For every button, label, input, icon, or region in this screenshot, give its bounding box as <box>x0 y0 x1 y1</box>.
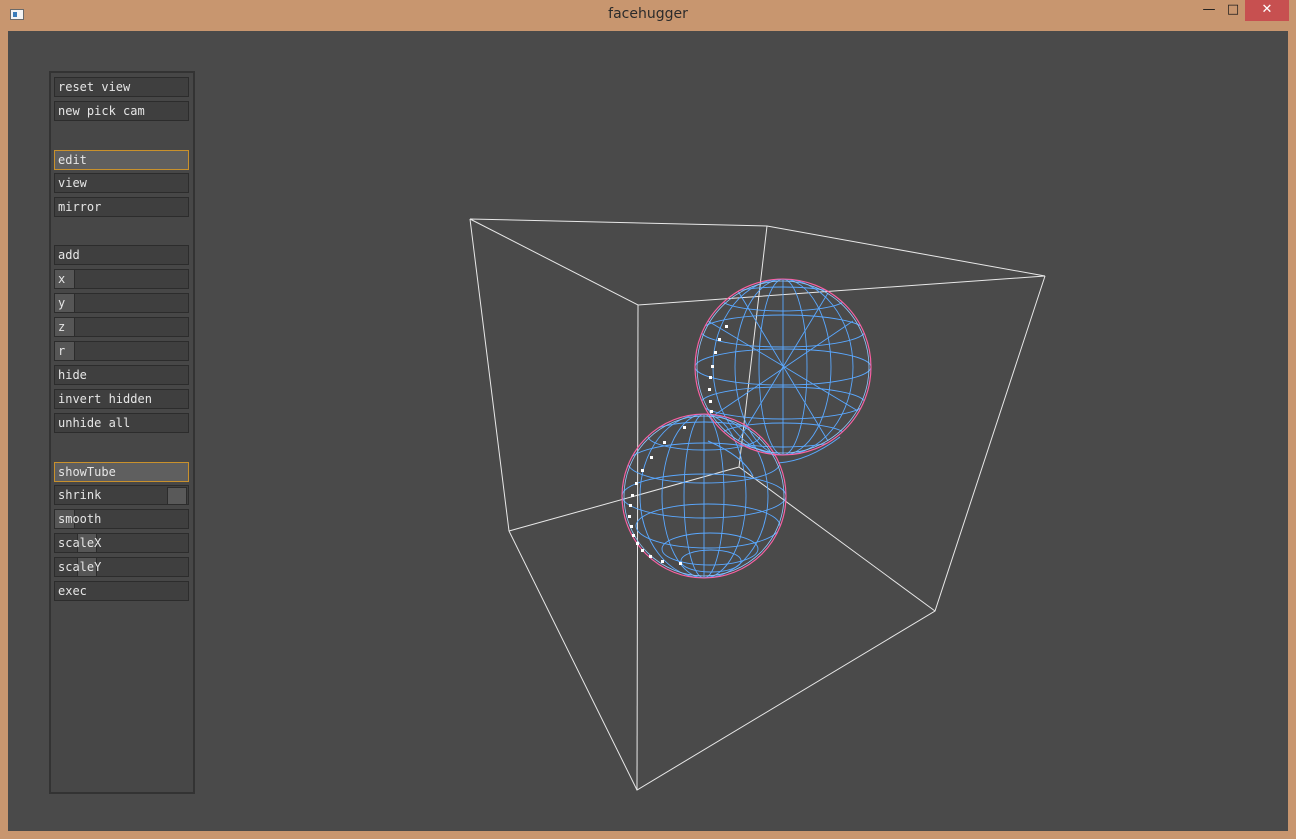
scene-canvas[interactable] <box>8 31 1288 831</box>
r-slider[interactable]: r <box>54 341 189 361</box>
sphere-mesh-top <box>695 279 871 455</box>
add-label: add <box>58 248 80 262</box>
scale-x-label: scaleX <box>58 536 102 550</box>
add-button[interactable]: add <box>54 245 189 265</box>
hide-button[interactable]: hide <box>54 365 189 385</box>
unhide-all-label: unhide all <box>58 416 131 430</box>
y-slider[interactable]: y <box>54 293 189 313</box>
y-label: y <box>58 296 66 310</box>
minimize-button[interactable]: — <box>1197 0 1221 21</box>
smooth-label: smooth <box>58 512 102 526</box>
new-pick-cam-button[interactable]: new pick cam <box>54 101 189 121</box>
mirror-label: mirror <box>58 200 102 214</box>
maximize-button[interactable]: □ <box>1221 0 1245 21</box>
smooth-slider[interactable]: smooth <box>54 509 189 529</box>
hide-label: hide <box>58 368 87 382</box>
shrink-label: shrink <box>58 488 102 502</box>
sphere-mesh-bottom <box>622 414 786 578</box>
view-label: view <box>58 176 87 190</box>
invert-hidden-label: invert hidden <box>58 392 152 406</box>
exec-label: exec <box>58 584 87 598</box>
mode-edit-radio[interactable]: edit <box>54 150 189 170</box>
scale-y-slider[interactable]: scaleY <box>54 557 189 577</box>
z-slider[interactable]: z <box>54 317 189 337</box>
control-panel: reset view new pick cam edit view mirror… <box>49 71 195 794</box>
scale-x-slider[interactable]: scaleX <box>54 533 189 553</box>
reset-view-button[interactable]: reset view <box>54 77 189 97</box>
shrink-toggle[interactable]: shrink <box>54 485 189 505</box>
close-button[interactable]: ✕ <box>1245 0 1289 21</box>
r-label: r <box>58 344 66 358</box>
x-slider[interactable]: x <box>54 269 189 289</box>
viewport-3d[interactable]: reset view new pick cam edit view mirror… <box>8 31 1288 831</box>
reset-view-label: reset view <box>58 80 131 94</box>
invert-hidden-button[interactable]: invert hidden <box>54 389 189 409</box>
unhide-all-button[interactable]: unhide all <box>54 413 189 433</box>
x-label: x <box>58 272 66 286</box>
window-title: facehugger <box>608 6 688 22</box>
show-tube-toggle[interactable]: showTube <box>54 462 189 482</box>
shrink-checkbox[interactable] <box>167 487 187 505</box>
new-pick-cam-label: new pick cam <box>58 104 145 118</box>
mode-mirror-radio[interactable]: mirror <box>54 197 189 217</box>
scale-y-label: scaleY <box>58 560 102 574</box>
show-tube-label: showTube <box>58 465 116 479</box>
z-label: z <box>58 320 66 334</box>
title-bar[interactable]: facehugger — □ ✕ <box>0 0 1296 31</box>
mode-view-radio[interactable]: view <box>54 173 189 193</box>
edit-label: edit <box>58 153 87 167</box>
exec-button[interactable]: exec <box>54 581 189 601</box>
bounding-box <box>469 218 1046 791</box>
